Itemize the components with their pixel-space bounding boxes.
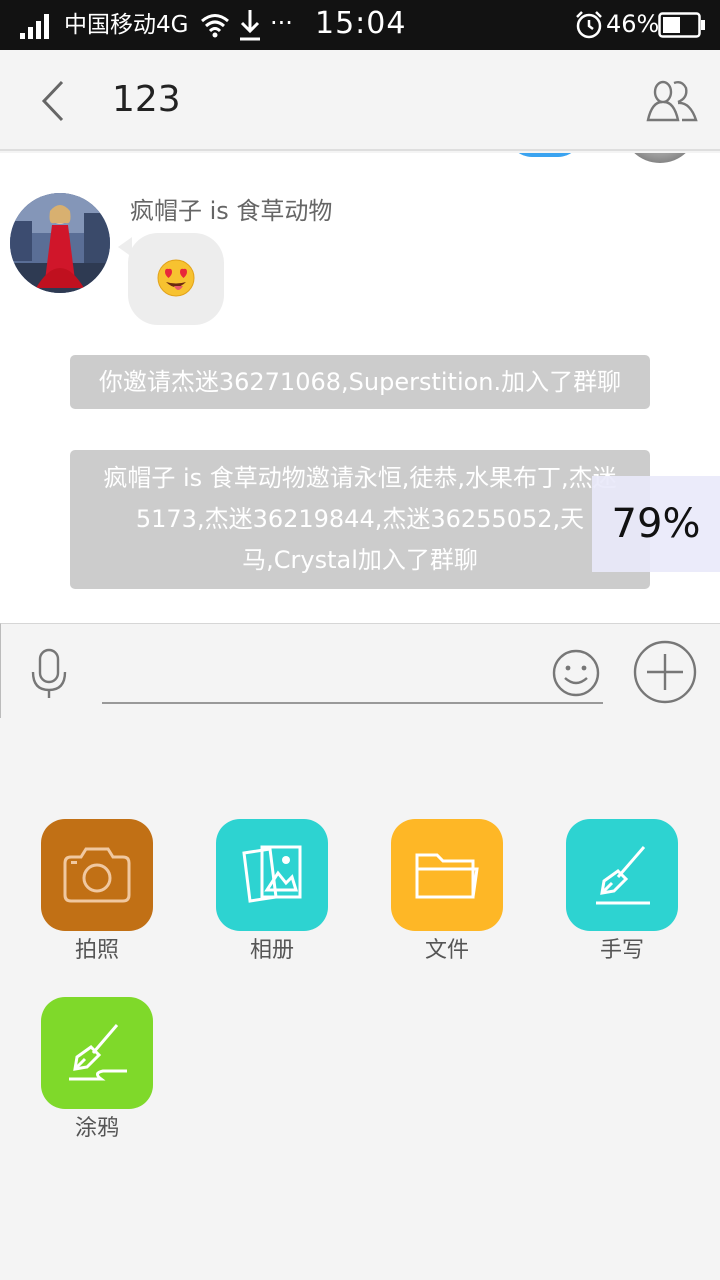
status-bar: 中国移动4G ··· 15:04 46%: [0, 0, 720, 50]
more-notifications-icon: ···: [270, 9, 293, 37]
alarm-icon: [576, 11, 602, 39]
album-button[interactable]: [216, 819, 328, 931]
wifi-icon: [201, 14, 229, 38]
message-input[interactable]: [102, 642, 603, 704]
download-icon: [240, 10, 260, 41]
chat-header: 123: [0, 50, 720, 151]
album-icon: [242, 845, 302, 903]
attachment-panel: 拍照 相册 文件 手写 涂鸦: [0, 718, 720, 1280]
album-label: 相册: [249, 938, 294, 963]
camera-label: 拍照: [74, 938, 119, 963]
battery-percent: 46%: [606, 10, 660, 38]
clock-time: 15:04: [315, 6, 407, 41]
avatar-partial[interactable]: [622, 153, 698, 163]
signal-icon: [20, 14, 49, 39]
sender-avatar[interactable]: [10, 193, 110, 293]
progress-overlay: 79%: [592, 476, 720, 572]
heart-eyes-emoji-icon: [157, 259, 195, 297]
input-bar: [0, 623, 720, 718]
folder-icon: [415, 853, 479, 899]
doodle-label: 涂鸦: [74, 1116, 119, 1141]
sender-name: 疯帽子 is 食草动物: [130, 197, 333, 225]
file-label: 文件: [424, 938, 469, 963]
battery-icon: [658, 12, 705, 38]
file-button[interactable]: [391, 819, 503, 931]
doodle-icon: [69, 1024, 127, 1081]
system-message-invite-1: 你邀请杰迷36271068,Superstition.加入了群聊: [70, 355, 650, 409]
smiley-icon[interactable]: [551, 648, 601, 698]
pen-icon: [596, 846, 650, 905]
group-members-icon[interactable]: [644, 78, 700, 124]
handwriting-label: 手写: [599, 938, 644, 963]
system-message-invite-2: 疯帽子 is 食草动物邀请永恒,徒恭,水果布丁,杰迷5173,杰迷3621984…: [70, 450, 650, 589]
chat-title: 123: [112, 79, 181, 120]
message-bubble-partial[interactable]: [508, 153, 582, 157]
carrier-label: 中国移动4G: [64, 12, 189, 38]
camera-icon: [63, 847, 131, 903]
camera-button[interactable]: [41, 819, 153, 931]
handwriting-button[interactable]: [566, 819, 678, 931]
plus-icon[interactable]: [633, 640, 697, 704]
back-arrow-icon[interactable]: [30, 74, 74, 128]
doodle-button[interactable]: [41, 997, 153, 1109]
microphone-icon[interactable]: [29, 648, 69, 700]
